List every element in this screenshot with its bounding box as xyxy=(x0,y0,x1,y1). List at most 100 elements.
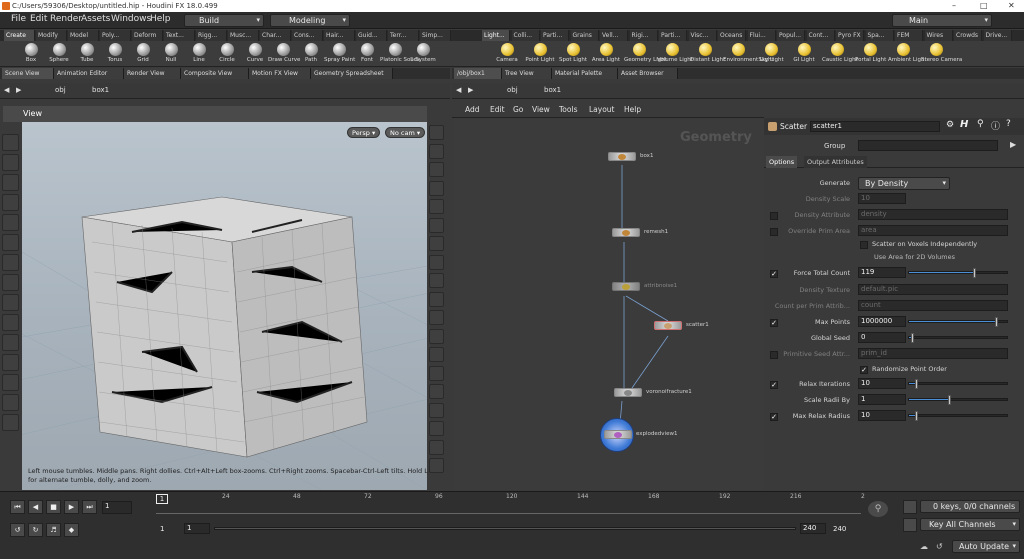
shelf-tab-simp[interactable]: Simp... xyxy=(420,30,451,41)
tab-options[interactable]: Options xyxy=(766,156,798,168)
prim-icon[interactable] xyxy=(429,347,444,362)
tool-line[interactable]: Line xyxy=(184,42,214,66)
path-obj[interactable]: obj xyxy=(55,86,66,94)
tool-ambient-light[interactable]: Ambient Light xyxy=(888,42,927,66)
range-start[interactable]: 1 xyxy=(160,525,164,533)
light-icon[interactable] xyxy=(2,354,19,371)
shelf-tab-deform[interactable]: Deform xyxy=(132,30,163,41)
param-field-relax-iterations[interactable]: 10 xyxy=(858,378,906,389)
generate-combo[interactable]: By Density ▾ xyxy=(858,177,950,190)
shelf-tab-grains[interactable]: Grains xyxy=(570,30,599,41)
shelf-tab-colli[interactable]: Colli... xyxy=(511,30,540,41)
net-menu-layout[interactable]: Layout xyxy=(589,105,615,114)
grid-icon[interactable] xyxy=(2,314,19,331)
frame-ruler[interactable] xyxy=(156,502,861,514)
display-icon[interactable] xyxy=(429,125,444,140)
param-slider-scale-radii-by[interactable] xyxy=(908,395,1008,405)
snap-icon[interactable] xyxy=(2,254,19,271)
minimize-icon[interactable]: – xyxy=(952,0,956,12)
node-remesh1[interactable] xyxy=(612,228,640,237)
tool-sky-light[interactable]: Sky Light xyxy=(756,42,786,66)
forward-icon[interactable]: ▶ xyxy=(16,86,21,94)
tool-circle[interactable]: Circle xyxy=(212,42,242,66)
tool-box[interactable]: Box xyxy=(16,42,46,66)
param-field-global-seed[interactable]: 0 xyxy=(858,332,906,343)
shelf-tab-visc[interactable]: Visc... xyxy=(688,30,717,41)
node-explodedview1[interactable] xyxy=(604,430,632,439)
key-icon[interactable]: ⚲ xyxy=(868,501,888,517)
visibility-icon[interactable] xyxy=(429,439,444,455)
menu-edit[interactable]: Edit xyxy=(30,14,47,24)
shelf-tab-create[interactable]: Create xyxy=(4,30,35,41)
normal-icon[interactable] xyxy=(429,273,444,288)
jump-start-icon[interactable]: ⏮ xyxy=(10,500,25,514)
shelf-tab-cont[interactable]: Cont... xyxy=(806,30,835,41)
realtime-toggle-icon[interactable]: ↺ xyxy=(10,523,25,537)
play-icon[interactable]: ▶ xyxy=(64,500,79,514)
select-icon[interactable] xyxy=(2,134,19,151)
net-menu-tools[interactable]: Tools xyxy=(559,105,577,114)
shelf-tab-fem[interactable]: FEM xyxy=(895,30,923,41)
tool-geometry-light[interactable]: Geometry Light xyxy=(624,42,667,66)
help-h-icon[interactable]: H xyxy=(960,119,968,130)
shelf-tab-spa[interactable]: Spa... xyxy=(865,30,894,41)
param-field-density-texture[interactable]: default.pic xyxy=(858,284,1008,295)
shelf-tab-crowds[interactable]: Crowds xyxy=(954,30,982,41)
tool-sphere[interactable]: Sphere xyxy=(44,42,74,66)
shelf-tab-parti[interactable]: Parti... xyxy=(659,30,687,41)
ortho-icon[interactable] xyxy=(429,236,444,251)
persp-menu[interactable]: Persp ▾ xyxy=(347,127,381,138)
pose-icon[interactable] xyxy=(2,194,19,211)
pane-tab-composite-view[interactable]: Composite View xyxy=(181,68,249,79)
tool-volume-light[interactable]: Volume Light xyxy=(657,42,693,66)
tool-stereo-camera[interactable]: Stereo Camera xyxy=(921,42,962,66)
key-all-channels-combo[interactable]: Key All Channels ▾ xyxy=(920,518,1020,531)
network-editor[interactable]: Geometry box1 remesh1 attribnoise1 scatt… xyxy=(454,118,764,490)
shelf-tab-wires[interactable]: Wires xyxy=(924,30,953,41)
shelf-tab-terr[interactable]: Terr... xyxy=(388,30,419,41)
loop-icon[interactable]: ↻ xyxy=(28,523,43,537)
shelf-tab-vell[interactable]: Vell... xyxy=(600,30,628,41)
stop-icon[interactable]: ■ xyxy=(46,500,61,514)
shading-icon[interactable] xyxy=(429,162,444,177)
auto-update-combo[interactable]: Auto Update ▾ xyxy=(952,540,1020,553)
menu-render[interactable]: Render xyxy=(50,14,82,24)
channel-list-icon[interactable] xyxy=(903,500,917,514)
chat-icon[interactable]: ☁ xyxy=(920,542,928,551)
number2-icon[interactable] xyxy=(429,328,444,344)
scene-viewport[interactable]: Persp ▾ No cam ▾ xyxy=(22,122,427,490)
path-node[interactable]: box1 xyxy=(544,86,561,94)
tool-caustic-light[interactable]: Caustic Light xyxy=(822,42,858,66)
shelf-tab-pyro-fx[interactable]: Pyro FX xyxy=(836,30,864,41)
tool-spray-paint[interactable]: Spray Paint xyxy=(324,42,355,66)
edge-icon[interactable] xyxy=(429,384,444,399)
pane-tab-motion-fx-view[interactable]: Motion FX View xyxy=(249,68,311,79)
tool-grid[interactable]: Grid xyxy=(128,42,158,66)
tool-camera[interactable]: Camera xyxy=(492,42,522,66)
desktop-combo[interactable]: Modeling ▾ xyxy=(270,14,350,27)
view-icon[interactable] xyxy=(2,154,19,171)
shelf-tab-char[interactable]: Char... xyxy=(260,30,291,41)
back-icon[interactable]: ◀ xyxy=(4,86,9,94)
current-frame-field[interactable]: 1 xyxy=(102,501,132,514)
param-field-scale-radii-by[interactable]: 1 xyxy=(858,394,906,405)
pane-tab-material-palette[interactable]: Material Palette xyxy=(552,68,618,79)
shelf-tab-rigi[interactable]: Rigi... xyxy=(629,30,658,41)
net-menu-help[interactable]: Help xyxy=(624,105,641,114)
param-field-primitive-seed-attr[interactable]: prim_id xyxy=(858,348,1008,359)
shelf-tab-parti[interactable]: Parti... xyxy=(541,30,569,41)
back-icon[interactable]: ◀ xyxy=(456,86,461,94)
net-menu-view[interactable]: View xyxy=(532,105,550,114)
face-icon[interactable] xyxy=(429,402,444,418)
param-field-override-prim-area[interactable]: area xyxy=(858,225,1008,236)
lock-icon[interactable] xyxy=(2,214,19,231)
param-field-max-points[interactable]: 1000000 xyxy=(858,316,906,327)
bg-icon[interactable] xyxy=(429,199,444,214)
shelf-tab-musc[interactable]: Musc... xyxy=(228,30,259,41)
grid-icon[interactable] xyxy=(429,217,444,233)
shelf-tab-guid[interactable]: Guid... xyxy=(356,30,387,41)
tool-environment-light[interactable]: Environment Light xyxy=(723,42,774,66)
pane-tab-obj-box1[interactable]: /obj/box1 xyxy=(454,68,502,79)
pane-tab-render-view[interactable]: Render View xyxy=(124,68,181,79)
sound-icon[interactable]: ♬ xyxy=(46,523,61,537)
